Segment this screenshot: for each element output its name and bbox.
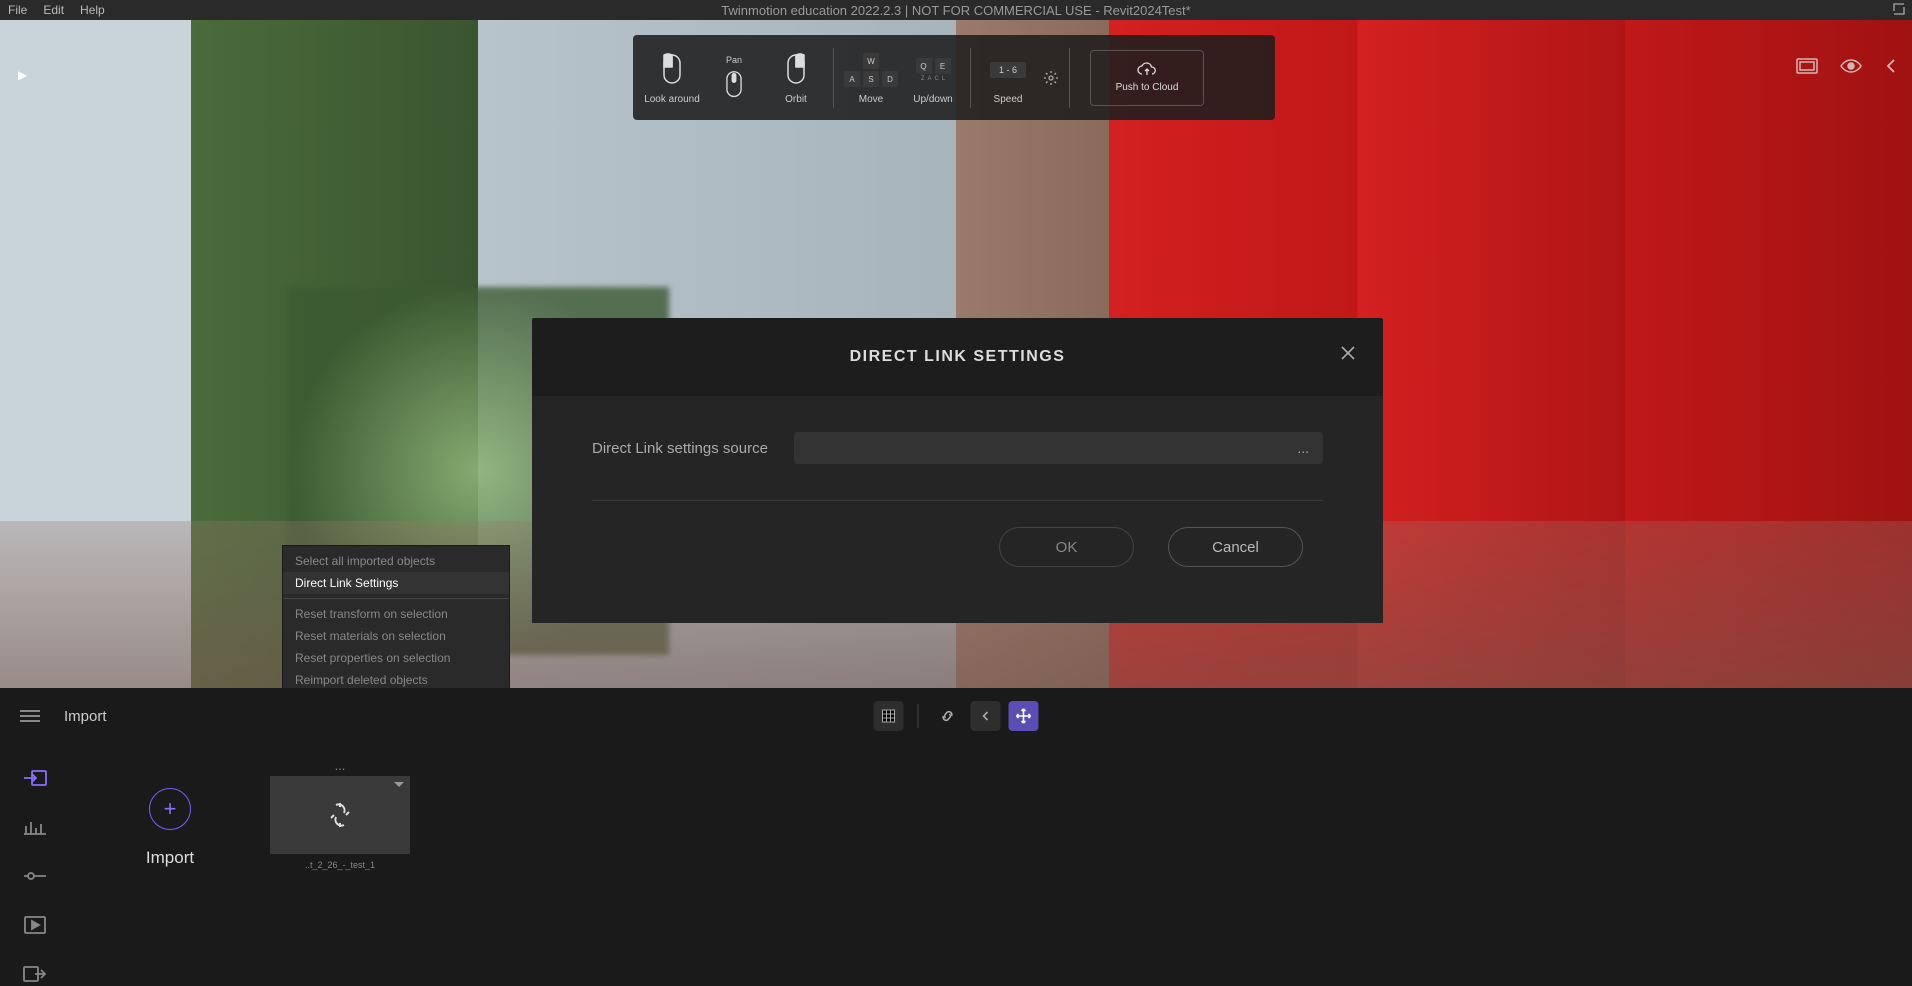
link-icon[interactable] [933, 701, 963, 731]
menubar: File Edit Help Twinmotion education 2022… [0, 0, 1912, 20]
direct-link-settings-dialog: DIRECT LINK SETTINGS Direct Link setting… [532, 318, 1383, 623]
window-title: Twinmotion education 2022.2.3 | NOT FOR … [721, 3, 1190, 18]
navigation-hints-bar: Look around Pan Orbit W A S D Move [633, 35, 1275, 120]
ctx-reset-properties[interactable]: Reset properties on selection [283, 647, 509, 669]
rail-import-icon[interactable] [21, 766, 49, 789]
key-q: Q [916, 58, 932, 74]
import-action-tile[interactable]: + Import [70, 788, 270, 868]
menu-help[interactable]: Help [80, 3, 105, 17]
source-path-input[interactable]: ... [794, 432, 1323, 464]
separator [833, 48, 834, 108]
window-maximize-icon[interactable] [1892, 2, 1906, 19]
cancel-button[interactable]: Cancel [1168, 527, 1303, 567]
separator [283, 598, 509, 599]
move-tool-icon[interactable] [1009, 701, 1039, 731]
rail-export-icon[interactable] [21, 963, 49, 986]
nav-look-around: Look around [641, 50, 703, 105]
nav-move: W A S D Move [840, 50, 902, 105]
dialog-title: DIRECT LINK SETTINGS [850, 348, 1066, 366]
hamburger-icon[interactable] [20, 710, 40, 722]
ctx-direct-link-settings[interactable]: Direct Link Settings [283, 572, 509, 594]
browse-ellipsis[interactable]: ... [1297, 440, 1309, 456]
nav-label: Look around [644, 94, 700, 105]
menu-edit[interactable]: Edit [43, 3, 64, 17]
nav-speed: 1 - 6 Speed [977, 50, 1039, 105]
nav-pan: Pan [703, 55, 765, 101]
rail-slider-icon[interactable] [21, 864, 49, 887]
cloud-upload-icon [1136, 62, 1158, 78]
key-w: W [863, 53, 879, 69]
nav-label: Move [859, 94, 883, 105]
nav-updown: Q E Z A C L Up/down [902, 50, 964, 105]
push-to-cloud-button[interactable]: Push to Cloud [1090, 50, 1204, 106]
imported-asset-thumbnail[interactable] [270, 776, 410, 854]
source-field-label: Direct Link settings source [592, 440, 768, 457]
thumb-breadcrumb[interactable]: ... [335, 758, 346, 776]
push-cloud-label: Push to Cloud [1116, 82, 1179, 93]
bottom-panel: + Import ... ..t_2_26_-_test_1 [0, 744, 1912, 986]
nav-label: Orbit [785, 94, 807, 105]
separator [918, 704, 919, 728]
separator [970, 48, 971, 108]
key-a: A [844, 71, 860, 87]
grid-icon[interactable] [874, 701, 904, 731]
close-icon[interactable] [1339, 344, 1357, 367]
nav-label: Speed [994, 94, 1023, 105]
mouse-left-icon [654, 50, 690, 90]
mouse-middle-icon [716, 69, 752, 101]
ctx-reset-materials[interactable]: Reset materials on selection [283, 625, 509, 647]
ok-button[interactable]: OK [999, 527, 1134, 567]
section-label: Import [64, 708, 107, 725]
key-d: D [882, 71, 898, 87]
visibility-eye-icon[interactable] [1840, 58, 1862, 79]
key-s: S [863, 71, 879, 87]
context-menu: Select all imported objects Direct Link … [282, 545, 510, 696]
display-mode-icon[interactable] [1796, 58, 1818, 79]
rail-terrain-icon[interactable] [21, 815, 49, 838]
key-e: E [935, 58, 951, 74]
nav-settings-icon[interactable] [1039, 70, 1063, 86]
menu-file[interactable]: File [8, 3, 27, 17]
back-arrow-icon[interactable] [1884, 58, 1900, 79]
mouse-right-icon [778, 50, 814, 90]
direct-link-icon [326, 801, 354, 829]
back-circle-icon[interactable] [971, 701, 1001, 731]
pan-top-label: Pan [726, 55, 742, 65]
nav-label: Up/down [913, 94, 952, 105]
ctx-select-all-imported[interactable]: Select all imported objects [283, 550, 509, 572]
plus-circle-icon: + [149, 788, 191, 830]
viewport-right-toolbar [1796, 58, 1900, 79]
nav-orbit: Orbit [765, 50, 827, 105]
section-bar: Import [0, 688, 1912, 744]
import-action-label: Import [146, 848, 194, 868]
speed-keys: 1 - 6 [990, 62, 1026, 78]
bottom-rail [0, 744, 70, 986]
separator [1069, 48, 1070, 108]
viewport-play-icon[interactable]: ▶ [18, 68, 27, 82]
rail-media-icon[interactable] [21, 914, 49, 937]
ctx-reset-transform[interactable]: Reset transform on selection [283, 603, 509, 625]
thumbnail-label: ..t_2_26_-_test_1 [305, 860, 375, 870]
